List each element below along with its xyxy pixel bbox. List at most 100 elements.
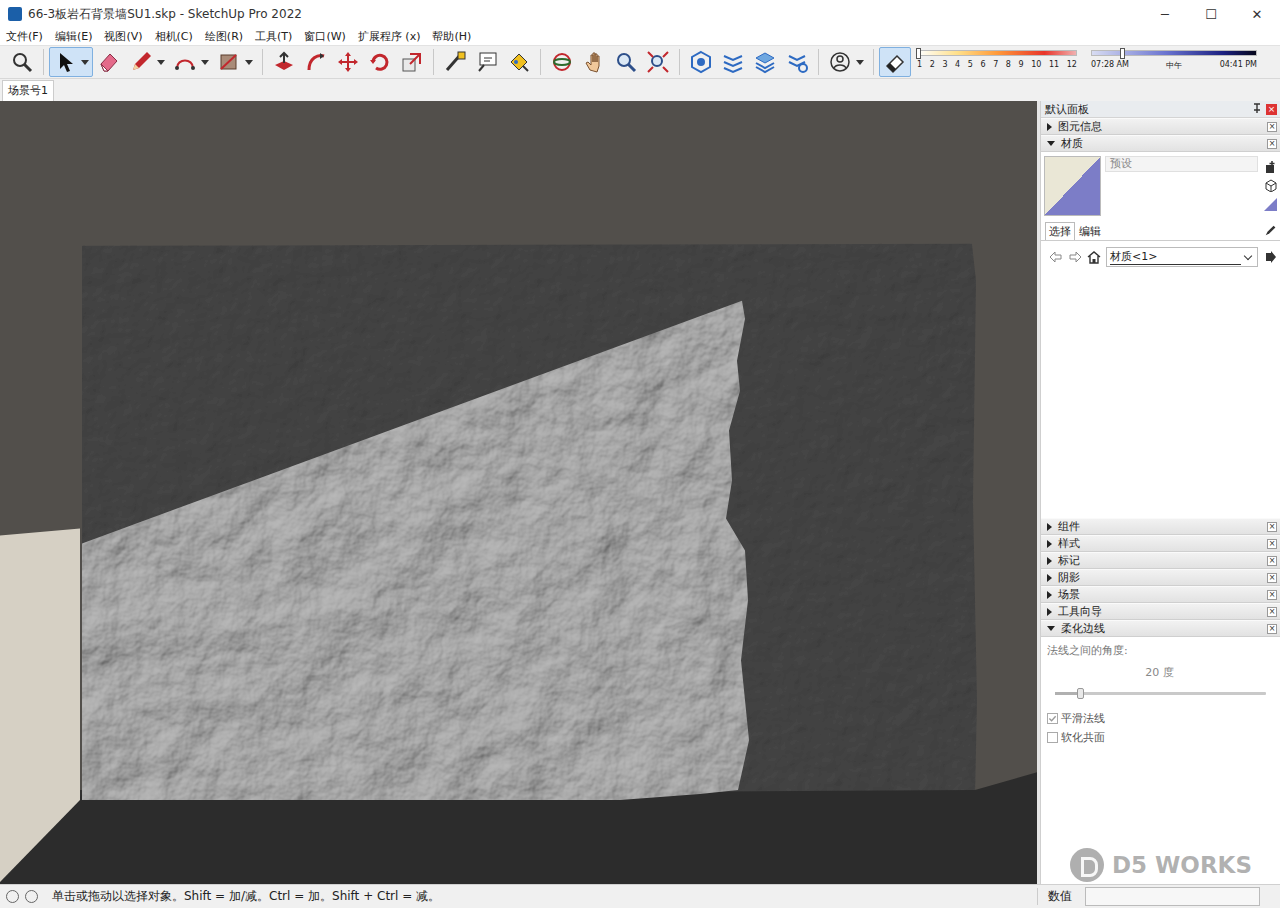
collapse-triangle-icon[interactable] xyxy=(1047,141,1055,146)
dropdown-chevron-icon[interactable] xyxy=(1244,251,1252,259)
tool-button[interactable] xyxy=(503,47,535,77)
expand-triangle-icon[interactable] xyxy=(1047,591,1052,599)
menu-item[interactable]: 工具(T) xyxy=(251,29,296,44)
section-close-button[interactable]: × xyxy=(1267,607,1277,617)
tool-button[interactable] xyxy=(300,47,332,77)
section-close-button[interactable]: × xyxy=(1267,522,1277,532)
tool-button[interactable] xyxy=(824,47,868,77)
tool-button[interactable] xyxy=(439,47,471,77)
material-swatch[interactable] xyxy=(1044,156,1101,216)
tool-button[interactable] xyxy=(268,47,300,77)
month-slider[interactable]: 123456789101112 xyxy=(917,50,1077,69)
menu-item[interactable]: 文件(F) xyxy=(2,29,47,44)
tool-button[interactable] xyxy=(749,47,781,77)
tool-button[interactable] xyxy=(396,47,428,77)
menu-item[interactable]: 帮助(H) xyxy=(428,29,475,44)
material-list[interactable] xyxy=(1041,271,1280,518)
details-arrow-icon xyxy=(1263,250,1277,264)
month-thumb[interactable] xyxy=(916,48,921,59)
select-arrow-icon xyxy=(53,50,77,74)
angle-slider[interactable] xyxy=(1055,692,1266,695)
material-tab[interactable]: 选择 xyxy=(1045,222,1075,240)
tool-button[interactable] xyxy=(685,47,717,77)
material-name-field[interactable]: 预设 xyxy=(1105,156,1258,172)
expand-triangle-icon[interactable] xyxy=(1047,608,1052,616)
angle-slider-thumb[interactable] xyxy=(1077,688,1084,699)
maximize-button[interactable]: ☐ xyxy=(1188,7,1234,22)
time-thumb[interactable] xyxy=(1120,48,1125,59)
tool-button[interactable] xyxy=(364,47,396,77)
expand-triangle-icon[interactable] xyxy=(1047,123,1052,131)
tool-button[interactable] xyxy=(717,47,749,77)
section-close-button[interactable]: × xyxy=(1267,539,1277,549)
material-top: 预设 xyxy=(1041,152,1280,216)
expand-triangle-icon[interactable] xyxy=(1047,557,1052,565)
tool-button[interactable] xyxy=(642,47,674,77)
tray-section-header[interactable]: 图元信息× xyxy=(1041,118,1280,135)
time-track[interactable] xyxy=(1091,50,1257,56)
scene-tab[interactable]: 场景号1 xyxy=(2,80,54,101)
tool-button[interactable] xyxy=(169,47,213,77)
tool-button[interactable] xyxy=(213,47,257,77)
time-slider[interactable]: 07:28 AM中午04:41 PM xyxy=(1091,50,1257,71)
tool-button[interactable] xyxy=(610,47,642,77)
tool-button[interactable] xyxy=(332,47,364,77)
tray-section-header[interactable]: 场景× xyxy=(1041,586,1280,603)
expand-triangle-icon[interactable] xyxy=(1047,574,1052,582)
measurements-input[interactable] xyxy=(1085,887,1260,906)
create-material-icon xyxy=(1264,158,1277,171)
expand-triangle-icon[interactable] xyxy=(1047,540,1052,548)
tray-section-header[interactable]: 材质× xyxy=(1041,135,1280,152)
menu-bar: 文件(F) 编辑(E)视图(V) 相机(C) 绘图(R) 工具(T) 窗口(W) 扩展程序 … xyxy=(0,28,1280,45)
pin-button[interactable] xyxy=(1251,103,1263,115)
info-icon[interactable] xyxy=(25,890,38,903)
month-track[interactable] xyxy=(917,50,1077,56)
material-library-dropdown[interactable]: 材质<1> xyxy=(1106,247,1258,267)
dropdown-arrow-icon[interactable] xyxy=(201,60,209,65)
collapse-triangle-icon[interactable] xyxy=(1047,626,1055,631)
section-close-button[interactable]: × xyxy=(1267,122,1277,132)
tray-section-header[interactable]: 组件× xyxy=(1041,518,1280,535)
month-label: 9 xyxy=(1019,60,1024,69)
section-close-button[interactable]: × xyxy=(1267,556,1277,566)
tool-button[interactable] xyxy=(781,47,813,77)
tool-button[interactable] xyxy=(471,47,503,77)
eyedropper-icon xyxy=(1264,223,1278,240)
tray-section-header[interactable]: 标记× xyxy=(1041,552,1280,569)
tray-section-header[interactable]: 阴影× xyxy=(1041,569,1280,586)
tool-button[interactable] xyxy=(546,47,578,77)
dropdown-arrow-icon[interactable] xyxy=(245,60,253,65)
tool-button[interactable] xyxy=(125,47,169,77)
dropdown-arrow-icon[interactable] xyxy=(856,60,864,65)
expand-triangle-icon[interactable] xyxy=(1047,523,1052,531)
section-close-button[interactable]: × xyxy=(1267,624,1277,634)
menu-item[interactable]: 窗口(W) xyxy=(300,29,349,44)
section-close-button[interactable]: × xyxy=(1267,590,1277,600)
material-cube-icon xyxy=(1264,177,1277,190)
menu-item[interactable]: 编辑(E) xyxy=(51,29,97,44)
material-tab[interactable]: 编辑 xyxy=(1075,222,1105,240)
tool-button[interactable] xyxy=(49,47,93,77)
tray-section-header[interactable]: 工具向导× xyxy=(1041,603,1280,620)
section-close-button[interactable]: × xyxy=(1267,139,1277,149)
minimize-button[interactable]: ─ xyxy=(1142,7,1188,22)
tool-button[interactable] xyxy=(879,47,911,77)
tool-button[interactable] xyxy=(6,47,38,77)
geo-location-icon[interactable] xyxy=(6,890,19,903)
menu-item[interactable]: 扩展程序 (x) xyxy=(354,29,425,44)
section-close-button[interactable]: × xyxy=(1267,573,1277,583)
menu-item[interactable]: 相机(C) xyxy=(151,29,197,44)
close-button[interactable]: ✕ xyxy=(1234,7,1280,22)
model-viewport[interactable] xyxy=(0,101,1037,884)
dropdown-arrow-icon[interactable] xyxy=(81,60,89,65)
dropdown-arrow-icon[interactable] xyxy=(157,60,165,65)
tray-section-header[interactable]: 样式× xyxy=(1041,535,1280,552)
tray-section-header[interactable]: 柔化边线× xyxy=(1041,620,1280,637)
checkbox-label: 软化共面 xyxy=(1061,730,1105,745)
tray-close-button[interactable]: × xyxy=(1266,104,1277,115)
tool-button[interactable] xyxy=(93,47,125,77)
material-panel: 预设选择编辑材质<1> xyxy=(1041,152,1280,518)
menu-item[interactable]: 绘图(R) xyxy=(201,29,247,44)
tool-button[interactable] xyxy=(578,47,610,77)
menu-item[interactable]: 视图(V) xyxy=(100,29,146,44)
